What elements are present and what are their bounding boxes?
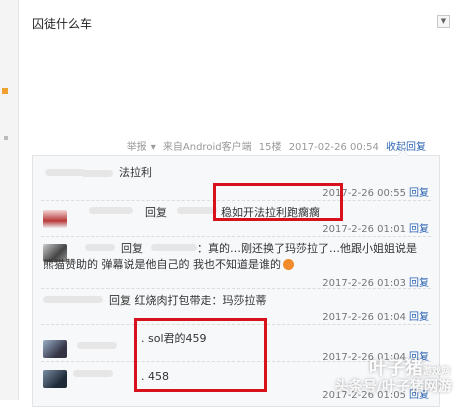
post-source: 来自Android客户端 [162, 142, 252, 153]
blurred-username [85, 244, 115, 251]
sidebar-marker [2, 88, 8, 94]
blurred-username [73, 370, 113, 377]
reply-prefix: 回复 [145, 206, 167, 219]
watermark: 头条号/叶子猪网游 [334, 379, 452, 395]
post-floor: 15楼 [258, 142, 282, 153]
reply-text-line1: ：真的…刚还换了玛莎拉了…他跟小姐姐说是 [197, 242, 417, 255]
reply-text-line2: 熊猫赞助的 弹幕说是他自己的 我也不知道是谁的 [43, 256, 294, 272]
emoji-icon [283, 259, 294, 270]
reply-divider [41, 236, 431, 237]
reply-button[interactable]: 回复 [409, 224, 429, 235]
post-title: 囚徒什么车 [32, 17, 93, 31]
avatar[interactable] [43, 210, 67, 228]
reply-text: 回复 红烧肉打包带走：玛莎拉蒂 [109, 294, 267, 307]
blurred-target [177, 207, 217, 214]
blurred-username [89, 207, 133, 214]
blurred-username [77, 342, 117, 349]
reply-prefix: 回复 [121, 242, 143, 255]
reply-item: 回复 ：真的…刚还换了玛莎拉了…他跟小姐姐说是 熊猫赞助的 弹幕说是他自己的 我… [33, 240, 439, 289]
blurred-username [43, 296, 103, 303]
highlight-box [213, 183, 343, 221]
blurred-avatar [45, 169, 85, 176]
reply-time: 2017-2-26 01:04 回复 [322, 312, 429, 323]
blurred-target [151, 244, 197, 251]
avatar[interactable] [43, 340, 67, 358]
reply-time: 2017-2-26 01:01 回复 [322, 224, 429, 235]
chevron-down-icon[interactable]: ▼ [437, 15, 450, 28]
highlight-box [134, 318, 267, 392]
post-meta: 举报 ▾ 来自Android客户端 15楼 2017-02-26 00:54 收起… [119, 138, 426, 153]
report-link[interactable]: 举报 ▾ [123, 142, 156, 153]
left-sidebar-strip [0, 0, 19, 400]
reply-divider [41, 288, 431, 289]
reply-text: 法拉利 [119, 166, 152, 179]
avatar[interactable] [43, 370, 67, 388]
reply-button[interactable]: 回复 [409, 188, 429, 199]
post-datetime: 2017-02-26 00:54 [288, 142, 379, 153]
reply-time: 2017-2-26 01:03 回复 [322, 278, 429, 289]
blurred-username [81, 170, 113, 177]
sidebar-marker-small [4, 136, 8, 140]
reply-button[interactable]: 回复 [409, 312, 429, 323]
